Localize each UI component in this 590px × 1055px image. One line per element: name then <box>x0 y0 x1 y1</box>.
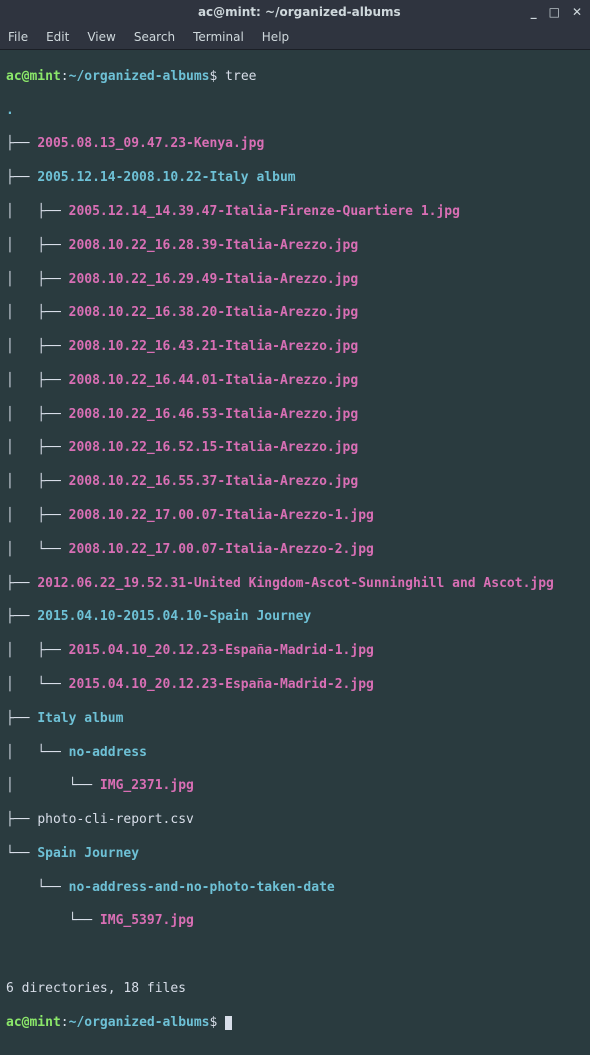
tree-entry: │ ├── 2008.10.22_16.44.01-Italia-Arezzo.… <box>6 373 584 390</box>
dir-italy-album-dated: 2005.12.14-2008.10.22-Italy album <box>37 170 295 185</box>
minimize-icon[interactable]: _ <box>531 5 537 21</box>
tree-entry: │ └── 2008.10.22_17.00.07-Italia-Arezzo-… <box>6 542 584 559</box>
tree-entry: ├── photo-cli-report.csv <box>6 812 584 829</box>
tree-entry: │ ├── 2008.10.22_16.29.49-Italia-Arezzo.… <box>6 272 584 289</box>
window-title: ac@mint: ~/organized-albums <box>68 5 531 21</box>
blank-line <box>6 947 584 964</box>
maximize-icon[interactable]: □ <box>549 5 560 21</box>
menu-bar: File Edit View Search Terminal Help <box>0 26 590 50</box>
file-madrid-2-jpg: 2015.04.10_20.12.23-España-Madrid-2.jpg <box>69 677 374 692</box>
prompt-colon: : <box>61 69 69 84</box>
window-controls: _ □ ✕ <box>531 5 582 21</box>
menu-search[interactable]: Search <box>134 30 175 46</box>
prompt-user: ac@mint <box>6 1015 61 1030</box>
file-arezzo-jpg: 2008.10.22_16.43.21-Italia-Arezzo.jpg <box>69 339 359 354</box>
tree-entry: │ └── no-address <box>6 745 584 762</box>
file-arezzo-jpg: 2008.10.22_16.52.15-Italia-Arezzo.jpg <box>69 440 359 455</box>
tree-entry: ├── 2005.12.14-2008.10.22-Italy album <box>6 170 584 187</box>
file-img-5397: IMG_5397.jpg <box>100 913 194 928</box>
file-arezzo-jpg: 2008.10.22_16.55.37-Italia-Arezzo.jpg <box>69 474 359 489</box>
prompt-path: ~/organized-albums <box>69 1015 210 1030</box>
menu-edit[interactable]: Edit <box>46 30 69 46</box>
tree-root: . <box>6 103 584 120</box>
tree-entry: ├── Italy album <box>6 711 584 728</box>
close-icon[interactable]: ✕ <box>572 5 582 21</box>
prompt-dollar: $ <box>210 1015 226 1030</box>
dir-spain-journey: Spain Journey <box>37 846 139 861</box>
file-arezzo-jpg: 2008.10.22_16.44.01-Italia-Arezzo.jpg <box>69 373 359 388</box>
tree-entry: ├── 2015.04.10-2015.04.10-Spain Journey <box>6 609 584 626</box>
menu-help[interactable]: Help <box>262 30 289 46</box>
file-arezzo-2-jpg: 2008.10.22_17.00.07-Italia-Arezzo-2.jpg <box>69 542 374 557</box>
file-arezzo-jpg: 2008.10.22_16.29.49-Italia-Arezzo.jpg <box>69 272 359 287</box>
dir-no-address: no-address <box>69 745 147 760</box>
tree-entry: │ ├── 2008.10.22_16.43.21-Italia-Arezzo.… <box>6 339 584 356</box>
cursor-icon <box>225 1016 232 1030</box>
tree-entry: │ └── IMG_2371.jpg <box>6 778 584 795</box>
tree-summary: 6 directories, 18 files <box>6 981 584 998</box>
tree-entry: ├── 2005.08.13_09.47.23-Kenya.jpg <box>6 136 584 153</box>
file-madrid-1-jpg: 2015.04.10_20.12.23-España-Madrid-1.jpg <box>69 643 374 658</box>
dir-no-address-no-date: no-address-and-no-photo-taken-date <box>69 880 335 895</box>
tree-entry: │ ├── 2008.10.22_16.46.53-Italia-Arezzo.… <box>6 407 584 424</box>
file-uk-ascot-jpg: 2012.06.22_19.52.31-United Kingdom-Ascot… <box>37 576 554 591</box>
tree-entry: │ ├── 2008.10.22_16.52.15-Italia-Arezzo.… <box>6 440 584 457</box>
menu-file[interactable]: File <box>8 30 28 46</box>
prompt-dollar: $ <box>210 69 226 84</box>
window-titlebar: ac@mint: ~/organized-albums _ □ ✕ <box>0 0 590 26</box>
dir-spain-journey-dated: 2015.04.10-2015.04.10-Spain Journey <box>37 609 311 624</box>
tree-entry: │ ├── 2015.04.10_20.12.23-España-Madrid-… <box>6 643 584 660</box>
file-arezzo-jpg: 2008.10.22_16.46.53-Italia-Arezzo.jpg <box>69 407 359 422</box>
prompt-colon: : <box>61 1015 69 1030</box>
file-arezzo-jpg: 2008.10.22_16.28.39-Italia-Arezzo.jpg <box>69 238 359 253</box>
prompt-user: ac@mint <box>6 69 61 84</box>
tree-entry: │ ├── 2008.10.22_16.55.37-Italia-Arezzo.… <box>6 474 584 491</box>
tree-entry: ├── 2012.06.22_19.52.31-United Kingdom-A… <box>6 576 584 593</box>
file-arezzo-1-jpg: 2008.10.22_17.00.07-Italia-Arezzo-1.jpg <box>69 508 374 523</box>
menu-view[interactable]: View <box>87 30 115 46</box>
menu-terminal[interactable]: Terminal <box>193 30 244 46</box>
command-tree: tree <box>225 69 256 84</box>
prompt-line-2: ac@mint:~/organized-albums$ <box>6 1015 584 1032</box>
tree-entry: │ └── 2015.04.10_20.12.23-España-Madrid-… <box>6 677 584 694</box>
prompt-path: ~/organized-albums <box>69 69 210 84</box>
dir-italy-album: Italy album <box>37 711 123 726</box>
tree-entry: │ ├── 2005.12.14_14.39.47-Italia-Firenze… <box>6 204 584 221</box>
tree-entry: │ ├── 2008.10.22_16.38.20-Italia-Arezzo.… <box>6 305 584 322</box>
file-firenze-jpg: 2005.12.14_14.39.47-Italia-Firenze-Quart… <box>69 204 460 219</box>
tree-entry: │ ├── 2008.10.22_17.00.07-Italia-Arezzo-… <box>6 508 584 525</box>
root-dot: . <box>6 103 14 118</box>
terminal-area[interactable]: ac@mint:~/organized-albums$ tree . ├── 2… <box>0 50 590 1055</box>
file-img-2371: IMG_2371.jpg <box>100 778 194 793</box>
tree-entry: └── Spain Journey <box>6 846 584 863</box>
tree-entry: │ ├── 2008.10.22_16.28.39-Italia-Arezzo.… <box>6 238 584 255</box>
file-report-csv: photo-cli-report.csv <box>37 812 194 827</box>
tree-entry: └── IMG_5397.jpg <box>6 913 584 930</box>
file-arezzo-jpg: 2008.10.22_16.38.20-Italia-Arezzo.jpg <box>69 305 359 320</box>
prompt-line-1: ac@mint:~/organized-albums$ tree <box>6 69 584 86</box>
tree-entry: └── no-address-and-no-photo-taken-date <box>6 880 584 897</box>
file-kenya-jpg: 2005.08.13_09.47.23-Kenya.jpg <box>37 136 264 151</box>
